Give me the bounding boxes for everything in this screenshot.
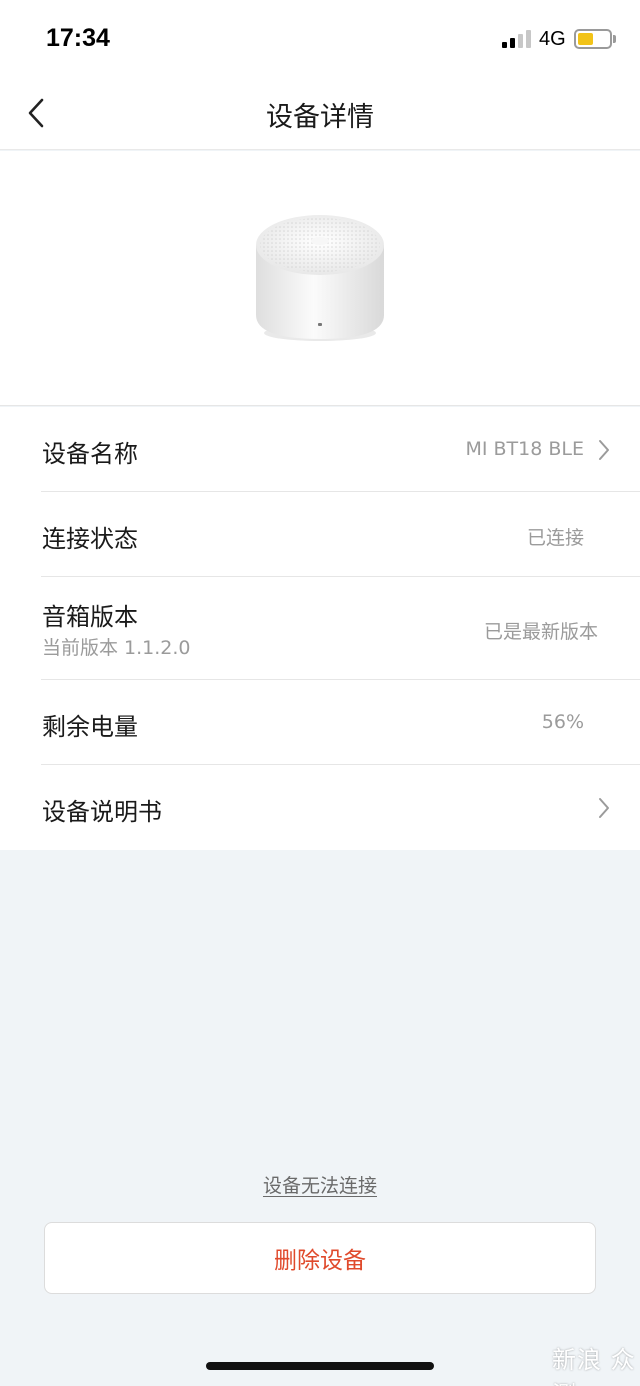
manual-label: 设备说明书 xyxy=(42,798,162,826)
speaker-version-label: 音箱版本 xyxy=(42,603,138,631)
list-item-manual[interactable]: 设备说明书 xyxy=(0,765,640,850)
delete-device-button[interactable]: 删除设备 xyxy=(44,1222,596,1294)
battery-label: 剩余电量 xyxy=(42,713,138,741)
signal-icon xyxy=(502,30,532,48)
version-status-value: 已是最新版本 xyxy=(483,621,598,643)
device-name-label: 设备名称 xyxy=(42,440,138,468)
device-name-value: MI BT18 BLE xyxy=(465,438,584,460)
cannot-connect-link[interactable]: 设备无法连接 xyxy=(263,1175,377,1197)
status-time: 17:34 xyxy=(46,24,110,52)
list-item-device-name[interactable]: 设备名称 MI BT18 BLE xyxy=(0,407,640,492)
list-item-connection-status: 连接状态 已连接 xyxy=(0,492,640,577)
battery-value: 56% xyxy=(541,711,584,733)
current-version-text: 当前版本 1.1.2.0 xyxy=(42,637,191,659)
chevron-right-icon xyxy=(599,440,609,460)
connection-status-label: 连接状态 xyxy=(42,525,138,553)
chevron-right-icon xyxy=(599,798,609,818)
nav-bar: 设备详情 xyxy=(0,76,640,150)
speaker-icon xyxy=(256,215,384,341)
device-hero xyxy=(0,151,640,406)
device-info-list: 设备名称 MI BT18 BLE 连接状态 已连接 音箱版本 当前版本 1.1.… xyxy=(0,407,640,850)
home-indicator[interactable] xyxy=(206,1362,434,1370)
connection-status-value: 已连接 xyxy=(526,527,584,549)
page-title: 设备详情 xyxy=(266,102,374,133)
battery-icon xyxy=(574,29,612,49)
battery-tip xyxy=(613,35,616,43)
cannot-connect-link-wrapper: 设备无法连接 xyxy=(0,1171,640,1198)
network-type: 4G xyxy=(539,28,566,50)
list-item-speaker-version: 音箱版本 当前版本 1.1.2.0 已是最新版本 xyxy=(0,577,640,680)
list-item-battery: 剩余电量 56% xyxy=(0,680,640,765)
watermark: 新浪 众测 xyxy=(552,1346,636,1386)
status-bar: 17:34 4G xyxy=(0,0,640,76)
